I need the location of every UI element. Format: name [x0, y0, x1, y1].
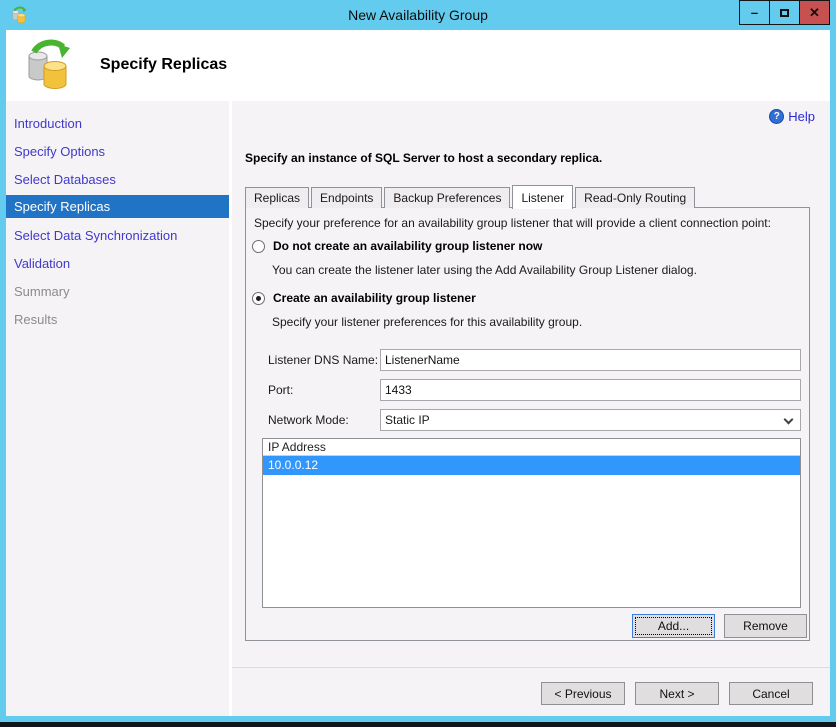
listener-tab-panel: Specify your preference for an availabil… — [245, 207, 810, 641]
sidebar-item-summary: Summary — [14, 283, 70, 299]
tab-endpoints[interactable]: Endpoints — [311, 187, 383, 208]
previous-button[interactable]: < Previous — [541, 682, 625, 705]
minimize-icon: – — [750, 5, 759, 20]
tab-listener[interactable]: Listener — [512, 185, 574, 209]
cancel-button[interactable]: Cancel — [729, 682, 813, 705]
wizard-steps-sidebar: Introduction Specify Options Select Data… — [6, 101, 229, 716]
replica-tabs: Replicas Endpoints Backup Preferences Li… — [245, 184, 697, 209]
radio-row-create-listener: Create an availability group listener — [252, 291, 476, 305]
sidebar-item-validation[interactable]: Validation — [6, 249, 229, 277]
dns-name-input[interactable] — [380, 349, 801, 371]
wizard-header: Specify Replicas — [6, 30, 830, 101]
window-controls: – ✕ — [739, 0, 830, 25]
create-listener-description: Specify your listener preferences for th… — [272, 315, 583, 329]
radio-no-listener[interactable] — [252, 239, 265, 253]
minimize-button[interactable]: – — [739, 0, 770, 25]
sidebar-item-specify-replicas[interactable]: Specify Replicas — [6, 195, 229, 218]
radio-no-listener-label[interactable]: Do not create an availability group list… — [273, 239, 542, 253]
maximize-icon — [780, 8, 789, 17]
help-icon: ? — [769, 109, 785, 124]
network-mode-value: Static IP — [385, 413, 430, 427]
ip-address-list[interactable]: IP Address 10.0.0.12 — [262, 438, 801, 608]
replica-icon — [28, 39, 70, 89]
tab-backup-preferences[interactable]: Backup Preferences — [384, 187, 511, 208]
close-button[interactable]: ✕ — [799, 0, 830, 25]
radio-create-listener[interactable] — [252, 291, 265, 305]
footer-divider — [232, 667, 830, 668]
sidebar-item-results: Results — [14, 311, 58, 327]
ip-address-row[interactable]: 10.0.0.12 — [263, 456, 800, 475]
listener-intro-text: Specify your preference for an availabil… — [254, 216, 771, 230]
no-listener-description: You can create the listener later using … — [272, 263, 697, 277]
ip-address-column-header[interactable]: IP Address — [263, 439, 800, 456]
dialog-client-area: Specify Replicas Introduction Specify Op… — [6, 30, 830, 716]
chevron-down-icon — [783, 414, 794, 425]
titlebar[interactable]: New Availability Group – ✕ — [0, 0, 836, 30]
sidebar-item-select-databases[interactable]: Select Databases — [6, 165, 229, 193]
dialog-window: New Availability Group – ✕ Specify Repli… — [0, 0, 836, 722]
port-input[interactable] — [380, 379, 801, 401]
help-label: Help — [788, 109, 815, 124]
sidebar-item-specify-options[interactable]: Specify Options — [6, 137, 229, 165]
instruction-heading: Specify an instance of SQL Server to hos… — [245, 151, 603, 165]
port-label: Port: — [268, 383, 294, 397]
tab-read-only-routing[interactable]: Read-Only Routing — [575, 187, 696, 208]
help-link[interactable]: ? Help — [769, 109, 815, 124]
main-panel: ? Help Specify an instance of SQL Server… — [232, 101, 830, 716]
maximize-button[interactable] — [769, 0, 800, 25]
network-mode-dropdown[interactable]: Static IP — [380, 409, 801, 431]
radio-row-no-listener: Do not create an availability group list… — [252, 239, 542, 253]
tab-replicas[interactable]: Replicas — [245, 187, 310, 208]
dns-name-label: Listener DNS Name: — [268, 353, 379, 367]
network-mode-label: Network Mode: — [268, 413, 349, 427]
remove-button[interactable]: Remove — [724, 614, 807, 638]
radio-create-listener-label[interactable]: Create an availability group listener — [273, 291, 476, 305]
page-title: Specify Replicas — [100, 56, 228, 73]
window-title: New Availability Group — [348, 7, 488, 23]
close-icon: ✕ — [809, 4, 820, 20]
add-button[interactable]: Add... — [632, 614, 715, 638]
sidebar-item-introduction[interactable]: Introduction — [6, 109, 229, 137]
sidebar-item-select-data-synchronization[interactable]: Select Data Synchronization — [6, 221, 229, 249]
next-button[interactable]: Next > — [635, 682, 719, 705]
screen: New Availability Group – ✕ Specify Repli… — [0, 0, 836, 727]
